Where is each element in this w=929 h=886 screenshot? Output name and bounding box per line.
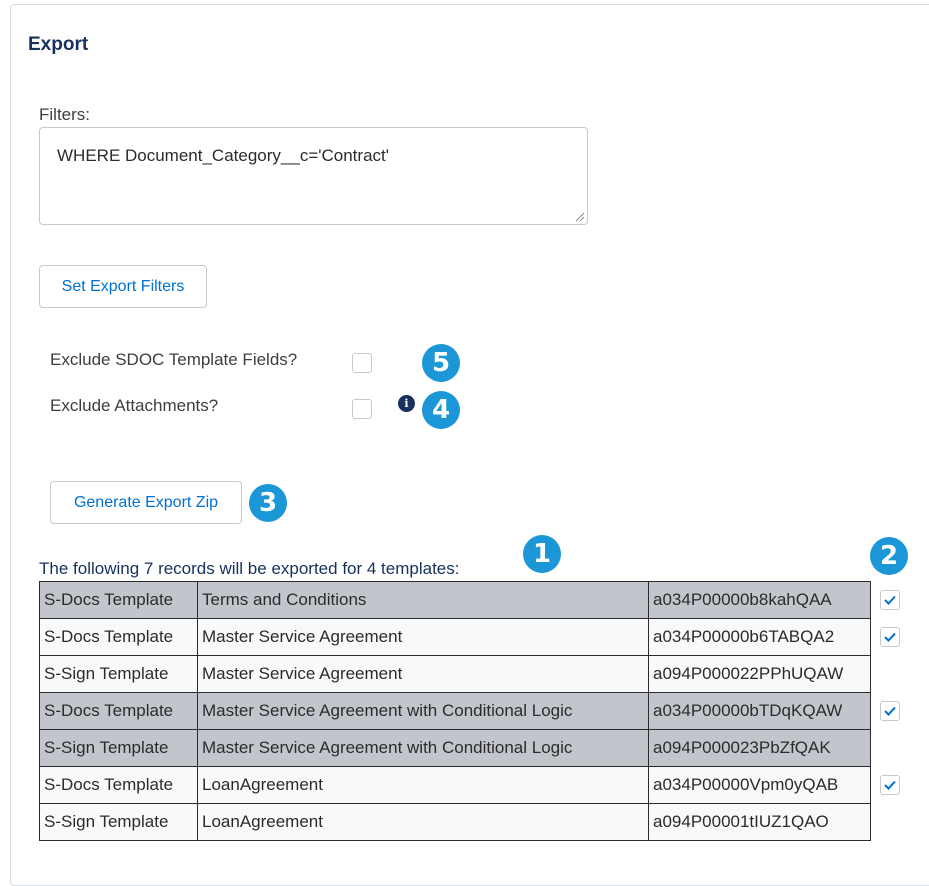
filters-textarea[interactable]: WHERE Document_Category__c='Contract' [39,127,588,225]
table-row: S-Docs Template Master Service Agreement… [39,692,913,730]
callout-badge-5: 5 [422,344,460,382]
record-select-checkbox[interactable] [880,701,900,721]
record-id: a034P00000b6TABQA2 [648,618,871,656]
exclude-attachments-checkbox[interactable] [352,399,372,419]
record-name: Terms and Conditions [197,581,649,619]
generate-export-zip-button[interactable]: Generate Export Zip [50,481,242,524]
check-icon [884,706,896,716]
page-title: Export [28,34,89,55]
record-id: a094P000022PPhUQAW [648,655,871,693]
callout-badge-2: 2 [870,537,908,575]
filters-label: Filters: [39,105,90,124]
records-caption: The following 7 records will be exported… [39,559,460,578]
record-id: a094P00001tIUZ1QAO [648,803,871,841]
record-type: S-Sign Template [39,729,198,767]
record-id: a094P000023PbZfQAK [648,729,871,767]
table-row: S-Sign Template LoanAgreement a094P00001… [39,803,913,841]
exclude-sdoc-fields-checkbox[interactable] [352,353,372,373]
check-icon [884,632,896,642]
exclude-sdoc-fields-label: Exclude SDOC Template Fields? [50,350,298,369]
record-id: a034P00000bTDqKQAW [648,692,871,730]
table-row: S-Sign Template Master Service Agreement… [39,655,913,693]
record-name: Master Service Agreement with Conditiona… [197,729,649,767]
record-type: S-Docs Template [39,618,198,656]
record-type: S-Docs Template [39,766,198,804]
record-type: S-Sign Template [39,803,198,841]
info-icon[interactable]: i [398,395,415,412]
record-id: a034P00000Vpm0yQAB [648,766,871,804]
table-row: S-Docs Template LoanAgreement a034P00000… [39,766,913,804]
record-name: Master Service Agreement [197,655,649,693]
record-select-cell [870,803,913,841]
callout-badge-4: 4 [422,391,460,429]
record-type: S-Docs Template [39,692,198,730]
record-id: a034P00000b8kahQAA [648,581,871,619]
filters-textarea-value: WHERE Document_Category__c='Contract' [57,146,389,165]
record-name: Master Service Agreement with Conditiona… [197,692,649,730]
resize-grip-icon[interactable] [575,212,585,222]
record-name: LoanAgreement [197,803,649,841]
record-select-checkbox[interactable] [880,590,900,610]
table-row: S-Docs Template Terms and Conditions a03… [39,581,913,619]
record-name: Master Service Agreement [197,618,649,656]
record-select-checkbox[interactable] [880,627,900,647]
record-select-cell [870,692,913,730]
exclude-attachments-label: Exclude Attachments? [50,396,219,415]
records-table: S-Docs Template Terms and Conditions a03… [39,581,913,841]
record-select-checkbox[interactable] [880,775,900,795]
record-select-cell [870,581,913,619]
check-icon [884,780,896,790]
callout-badge-3: 3 [249,484,287,522]
set-export-filters-button[interactable]: Set Export Filters [39,265,207,308]
record-name: LoanAgreement [197,766,649,804]
record-select-cell [870,618,913,656]
callout-badge-1: 1 [523,535,561,573]
record-type: S-Docs Template [39,581,198,619]
record-select-cell [870,729,913,767]
table-row: S-Sign Template Master Service Agreement… [39,729,913,767]
check-icon [884,595,896,605]
record-select-cell [870,766,913,804]
table-row: S-Docs Template Master Service Agreement… [39,618,913,656]
record-type: S-Sign Template [39,655,198,693]
record-select-cell [870,655,913,693]
